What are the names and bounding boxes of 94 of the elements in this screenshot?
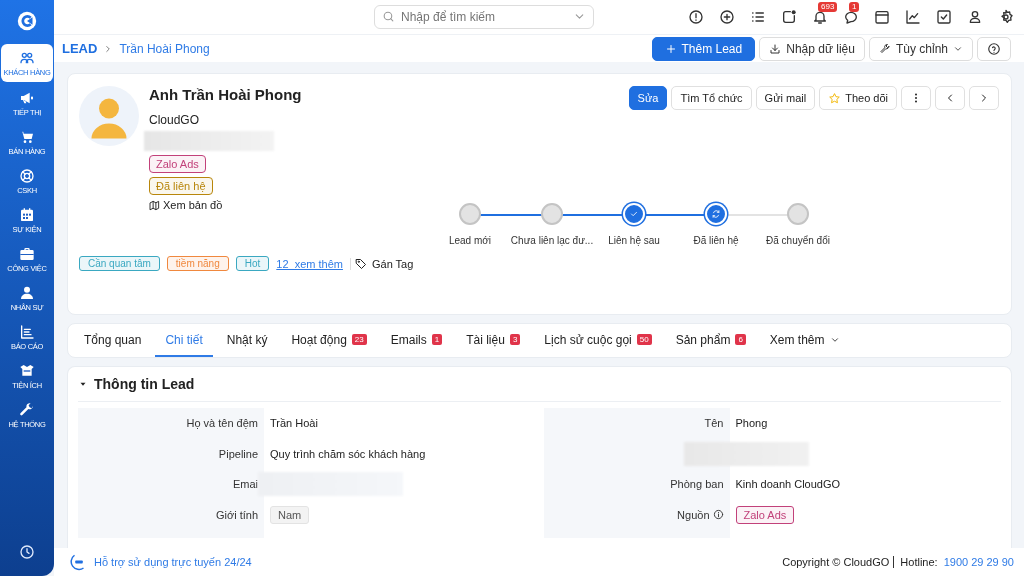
- tab[interactable]: Emails 1: [380, 324, 453, 357]
- stage-label: Đã chuyển đổi: [766, 235, 830, 246]
- more-tags-link[interactable]: 12 xem thêm: [276, 257, 343, 270]
- field-label: Nguồn: [677, 508, 724, 521]
- user-icon[interactable]: [967, 9, 983, 25]
- wrench-icon: [19, 401, 35, 418]
- search-field[interactable]: Nhập để tìm kiếm: [374, 5, 594, 29]
- tab[interactable]: Hoạt động 23: [281, 324, 377, 357]
- action-button[interactable]: Gửi mail: [755, 86, 816, 110]
- alert-icon[interactable]: [688, 9, 704, 25]
- field-label: Pipeline: [218, 447, 258, 460]
- add-lead-button[interactable]: Thêm Lead: [651, 36, 756, 61]
- lead-name: Anh Trần Hoài Phong: [149, 86, 302, 103]
- logo-icon[interactable]: [16, 10, 38, 32]
- clock-icon[interactable]: [19, 544, 35, 560]
- map-icon: [149, 199, 160, 211]
- edit-button[interactable]: Sửa: [628, 86, 668, 110]
- more-tab[interactable]: Xem thêm: [759, 324, 850, 357]
- check-icon: [629, 209, 639, 219]
- import-button[interactable]: Nhập dữ liệu: [759, 36, 865, 61]
- field-value: Phong: [735, 417, 768, 430]
- action-button[interactable]: Tìm Tổ chức: [671, 86, 752, 110]
- company-name: CloudGO: [149, 113, 200, 127]
- square-dot-icon[interactable]: [781, 9, 797, 25]
- stage-label: Đã liên hệ: [693, 235, 739, 246]
- hotline-label: Hotline:: [900, 556, 938, 568]
- avatar-icon: [79, 86, 139, 146]
- lifebuoy-icon: [19, 167, 35, 184]
- hotline-number[interactable]: 1900 29 29 90: [943, 556, 1014, 568]
- status-tag: Zalo Ads: [149, 155, 206, 173]
- field-value: Kinh doanh CloudGO: [735, 478, 841, 491]
- plus-icon: [664, 42, 677, 55]
- box-icon: [19, 362, 35, 379]
- briefcase-icon: [19, 245, 35, 262]
- chat-icon[interactable]: [843, 9, 859, 25]
- chart-icon[interactable]: [905, 9, 921, 25]
- tag: Hot: [235, 256, 270, 271]
- count-badge: 3: [509, 334, 521, 345]
- status-tag: Đã liên hệ: [149, 177, 213, 195]
- stage-label: Liên hệ sau: [608, 235, 660, 246]
- breadcrumb-link[interactable]: LEAD: [62, 41, 98, 56]
- field-label: Tên: [704, 417, 724, 430]
- customize-button[interactable]: Tùy chỉnh: [868, 36, 973, 61]
- tab[interactable]: Nhật ký: [216, 324, 278, 357]
- person-icon: [19, 284, 35, 301]
- field-label: Emai: [232, 478, 258, 491]
- field-label: Phòng ban: [670, 478, 724, 491]
- source-tag: Zalo Ads: [735, 505, 795, 524]
- stage-label: Lead mới: [448, 235, 492, 246]
- search-icon: [382, 10, 395, 23]
- tab[interactable]: Lịch sử cuộc gọi 50: [534, 324, 662, 357]
- assign-tag-button[interactable]: Gán Tag: [349, 257, 414, 270]
- bell-icon[interactable]: [812, 9, 828, 25]
- field-label: Giới tính: [215, 508, 258, 521]
- checkbox-icon[interactable]: [936, 9, 952, 25]
- field-label: Họ và tên đệm: [186, 417, 258, 430]
- map-link[interactable]: Xem bản đồ: [149, 199, 223, 211]
- count-badge: 23: [351, 334, 367, 345]
- wrench-icon: [878, 42, 891, 55]
- stage-label: Chưa liên lạc đư...: [510, 235, 594, 246]
- field-value: Quy trình chăm sóc khách hàng: [270, 447, 426, 460]
- stage-marker[interactable]: [787, 203, 809, 225]
- field-value: Nam: [270, 505, 310, 524]
- calendar-icon: [19, 206, 35, 223]
- count-badge: 1: [849, 2, 860, 12]
- tab[interactable]: Tổng quan: [74, 324, 152, 357]
- stage-marker[interactable]: [459, 203, 481, 225]
- copyright-text: Copyright © CloudGO: [782, 556, 895, 568]
- tab[interactable]: Tài liệu 3: [456, 324, 531, 357]
- tab[interactable]: Sản phẩm 6: [665, 324, 756, 357]
- count-badge: 50: [636, 334, 652, 345]
- breadcrumb-current: Trần Hoài Phong: [119, 41, 210, 56]
- count-badge: 1: [431, 334, 443, 345]
- settings-icon[interactable]: [998, 9, 1014, 25]
- count-badge: 6: [735, 334, 746, 345]
- star-icon: [828, 91, 842, 105]
- help-button[interactable]: [977, 36, 1011, 61]
- list-icon[interactable]: [750, 9, 766, 25]
- tag-icon: [354, 257, 367, 270]
- stage-marker[interactable]: [541, 203, 563, 225]
- refresh-icon: [711, 209, 721, 219]
- support-link[interactable]: Hỗ trợ sử dụng trực tuyến 24/24: [94, 556, 252, 568]
- calendar-icon[interactable]: [874, 9, 890, 25]
- add-icon[interactable]: [719, 9, 735, 25]
- field-value: Trần Hoài: [270, 417, 318, 430]
- download-icon: [769, 42, 782, 55]
- section-title: Thông tin Lead: [94, 376, 195, 392]
- help-icon: [987, 41, 1001, 56]
- count-badge: 693: [818, 2, 838, 12]
- tab[interactable]: Chi tiết: [155, 324, 213, 357]
- tag: tiềm năng: [166, 256, 229, 271]
- follow-button[interactable]: Theo dõi: [819, 86, 897, 110]
- report-icon: [19, 323, 35, 340]
- tag: Cần quan tâm: [79, 256, 160, 271]
